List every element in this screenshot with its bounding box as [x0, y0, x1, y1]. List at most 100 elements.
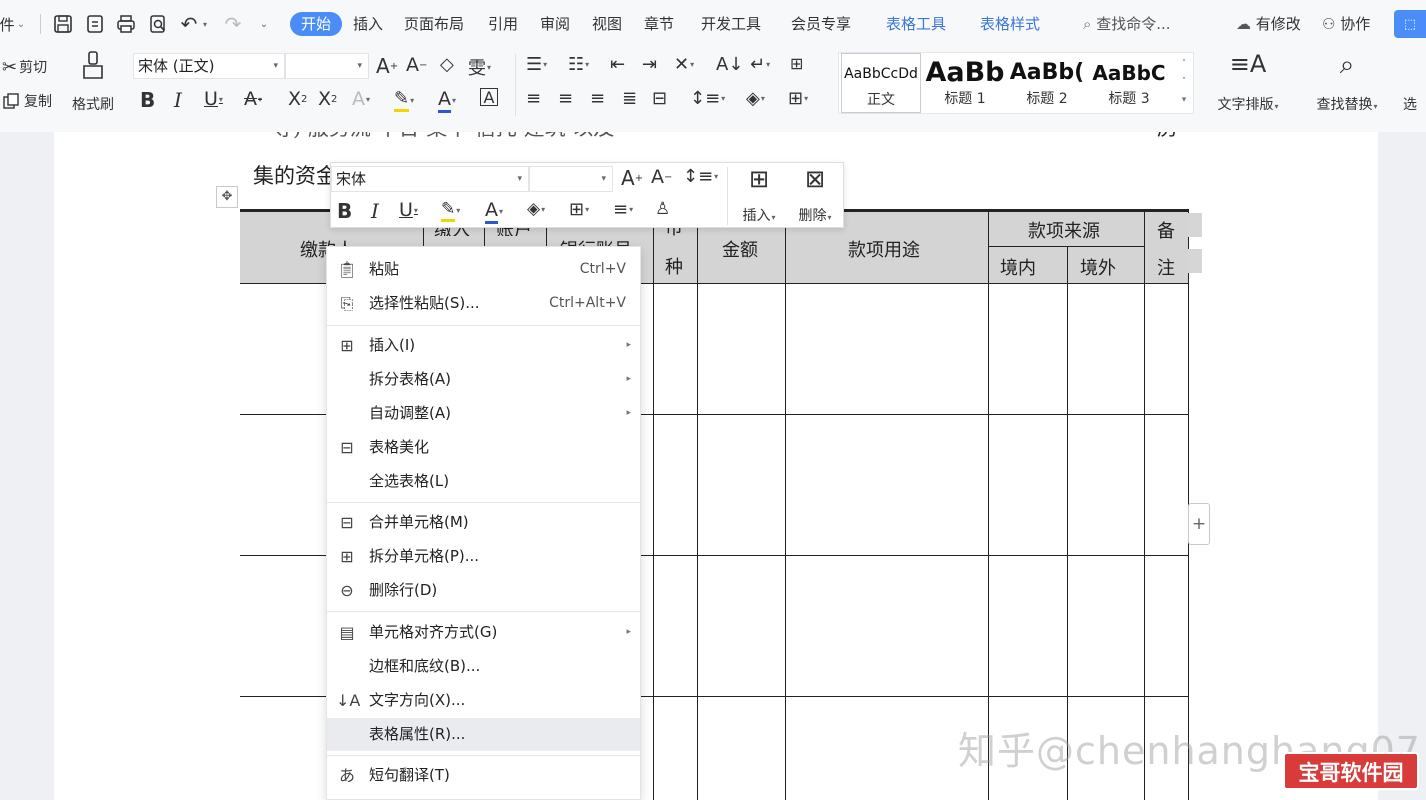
undo-icon[interactable]: ↶	[178, 12, 200, 36]
subscript-icon[interactable]: X2	[318, 88, 337, 110]
mini-delete-button[interactable]: ⊠ 删除▾	[791, 165, 839, 225]
ctx-paste-special[interactable]: ⎘ 选择性粘贴(S)... Ctrl+Alt+V	[327, 287, 640, 320]
copy-button[interactable]: 复制	[2, 90, 52, 112]
ctx-table-properties[interactable]: 表格属性(R)...	[327, 718, 640, 751]
mini-font-color-icon[interactable]: A ▾	[485, 199, 503, 224]
ctx-split-cells[interactable]: ⊞ 拆分单元格(P)...	[327, 540, 640, 573]
find-replace-button[interactable]: ⌕ 查找替换▾	[1308, 50, 1386, 114]
mini-italic-icon[interactable]: I	[371, 199, 379, 223]
mini-borders-icon[interactable]: ⊞ ▾	[569, 199, 589, 220]
mini-line-spacing-icon[interactable]: ↕≡ ▾	[683, 166, 718, 187]
style-normal[interactable]: AaBbCcDd 正文	[841, 53, 921, 113]
mini-font-size-select[interactable]: ▾	[529, 166, 613, 192]
ctx-borders-shading[interactable]: 边框和底纹(B)...	[327, 650, 640, 683]
style-heading-1[interactable]: AaBb 标题 1	[925, 53, 1005, 113]
undo-dropdown-icon[interactable]: ▾	[200, 12, 210, 36]
font-name-select[interactable]: 宋体 (正文) ▾	[133, 53, 285, 79]
shading-icon[interactable]: ◈ ▾	[746, 88, 765, 109]
table-grid-icon[interactable]: ⊞	[790, 54, 803, 73]
mini-highlight-icon[interactable]: ✎ ▾	[441, 199, 460, 222]
bold-icon[interactable]: B	[140, 88, 155, 112]
tab-page-layout[interactable]: 页面布局	[404, 12, 464, 36]
ctx-paste[interactable]: 📋︎ 粘贴 Ctrl+V	[327, 253, 640, 286]
save-icon[interactable]	[52, 12, 74, 36]
cut-button[interactable]: ✂ 剪切	[2, 56, 47, 78]
ctx-split-table[interactable]: 拆分表格(A) ▸	[327, 363, 640, 396]
mini-bold-icon[interactable]: B	[337, 199, 352, 223]
tab-view[interactable]: 视图	[592, 12, 622, 36]
ctx-table-beautify[interactable]: ⊟ 表格美化	[327, 431, 640, 464]
select-button[interactable]: 选	[1394, 50, 1426, 114]
ctx-select-table[interactable]: 全选表格(L)	[327, 465, 640, 498]
sort-icon[interactable]: A↓	[716, 54, 743, 75]
tab-developer[interactable]: 开发工具	[701, 12, 761, 36]
numbered-list-icon[interactable]: ☷ ▾	[568, 54, 589, 75]
tab-table-tools[interactable]: 表格工具	[886, 12, 946, 36]
mini-insert-button[interactable]: ⊞ 插入▾	[735, 165, 783, 225]
increase-indent-icon[interactable]: ⇥	[642, 54, 657, 75]
mini-align-icon[interactable]: ≡ ▾	[613, 199, 633, 220]
modified-status[interactable]: ☁ 有修改	[1236, 12, 1301, 36]
print-icon[interactable]	[115, 12, 137, 36]
tab-review[interactable]: 审阅	[540, 12, 570, 36]
print-preview-icon[interactable]	[147, 12, 169, 36]
tab-member[interactable]: 会员专享	[791, 12, 851, 36]
chinese-layout-icon[interactable]: ✕ ▾	[674, 54, 694, 75]
mini-grow-font-icon[interactable]: A +	[621, 166, 643, 190]
grow-font-icon[interactable]: A +	[376, 54, 398, 78]
tab-table-style[interactable]: 表格样式	[980, 12, 1040, 36]
align-center-icon[interactable]: ≡	[558, 88, 573, 109]
line-spacing-icon[interactable]: ↕≡ ▾	[690, 88, 725, 109]
mini-shading-icon[interactable]: ◈ ▾	[527, 199, 545, 219]
add-column-button[interactable]: +	[1188, 503, 1210, 545]
clear-format-icon[interactable]: ◇	[440, 54, 454, 75]
superscript-icon[interactable]: X2	[288, 88, 307, 110]
table-move-handle-icon[interactable]: ✥	[216, 186, 238, 208]
bullet-list-icon[interactable]: ☰ ▾	[526, 54, 547, 75]
font-color-icon[interactable]: A ▾	[438, 88, 456, 113]
ctx-delete-row[interactable]: ⊖ 删除行(D)	[327, 574, 640, 607]
customize-quick-access-icon[interactable]: ⌄	[256, 12, 272, 36]
align-right-icon[interactable]: ≡	[590, 88, 605, 109]
phonetic-guide-icon[interactable]: 雯 ▾	[468, 54, 491, 80]
font-size-select[interactable]: ▾	[285, 53, 369, 79]
tab-home[interactable]: 开始	[290, 12, 343, 36]
redo-icon[interactable]: ↷	[222, 12, 244, 36]
ctx-text-direction[interactable]: ↓A 文字方向(X)...	[327, 684, 640, 717]
justify-icon[interactable]: ≣	[622, 88, 637, 109]
underline-icon[interactable]: U ▾	[204, 88, 223, 110]
mini-font-name-select[interactable]: 宋体 ▾	[331, 166, 529, 192]
row-resize-grip[interactable]	[1188, 213, 1202, 237]
row-resize-grip[interactable]	[1188, 249, 1202, 273]
share-button[interactable]: ⬚	[1394, 10, 1426, 38]
file-menu-partial[interactable]: 件	[0, 12, 15, 36]
distributed-icon[interactable]: ⊟	[652, 88, 667, 109]
tab-references[interactable]: 引用	[488, 12, 518, 36]
align-left-icon[interactable]: ≡	[526, 88, 541, 109]
italic-icon[interactable]: I	[174, 88, 182, 112]
style-gallery-scroll[interactable]: ˄ ˅ ▾	[1177, 55, 1191, 111]
mini-underline-icon[interactable]: U ▾	[399, 199, 418, 221]
text-effect-icon[interactable]: A ▾	[352, 88, 370, 110]
decrease-indent-icon[interactable]: ⇤	[610, 54, 625, 75]
export-pdf-icon[interactable]	[84, 12, 106, 36]
ctx-insert[interactable]: ⊞ 插入(I) ▸	[327, 329, 640, 362]
command-search[interactable]: ⌕ 查找命令...	[1083, 12, 1171, 36]
shrink-font-icon[interactable]: A −	[406, 54, 427, 76]
collaborate-button[interactable]: ⚇ 协作	[1322, 12, 1370, 36]
style-heading-3[interactable]: AaBbC 标题 3	[1089, 53, 1169, 113]
ctx-translate[interactable]: あ 短句翻译(T)	[327, 759, 640, 792]
ctx-merge-cells[interactable]: ⊟ 合并单元格(M)	[327, 506, 640, 539]
mini-shrink-font-icon[interactable]: A −	[651, 166, 672, 188]
text-layout-button[interactable]: ≡A 文字排版▾	[1210, 50, 1286, 114]
borders-icon[interactable]: ⊞ ▾	[788, 88, 808, 109]
strikethrough-icon[interactable]: A ▾	[244, 88, 262, 110]
mini-format-painter-icon[interactable]: ♙	[655, 199, 670, 219]
show-marks-icon[interactable]: ↵ ▾	[750, 54, 770, 75]
style-heading-2[interactable]: AaBb( 标题 2	[1007, 53, 1087, 113]
highlight-icon[interactable]: ✎ ▾	[394, 88, 414, 112]
tab-chapter[interactable]: 章节	[644, 12, 674, 36]
char-border-icon[interactable]: A	[480, 88, 498, 107]
ctx-cell-alignment[interactable]: ▤ 单元格对齐方式(G) ▸	[327, 616, 640, 649]
ctx-autofit[interactable]: 自动调整(A) ▸	[327, 397, 640, 430]
